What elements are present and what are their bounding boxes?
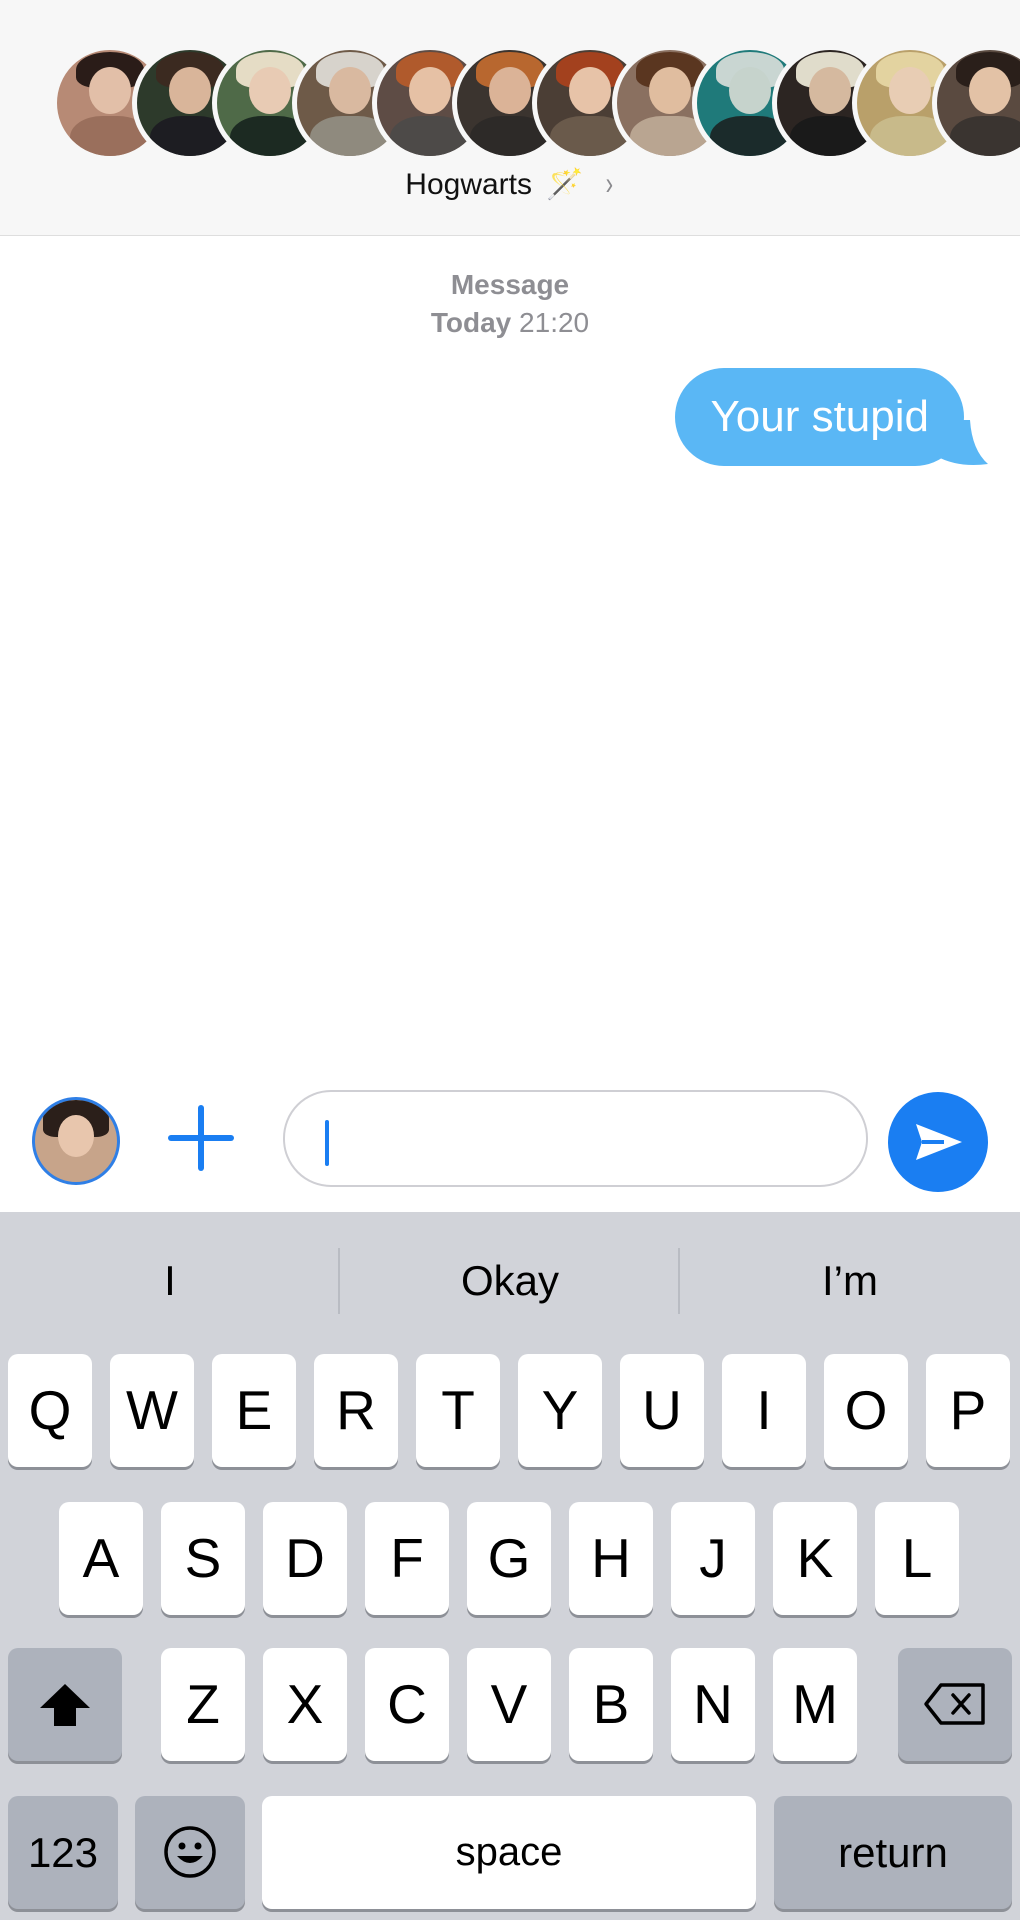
suggestion-2[interactable]: Okay <box>340 1242 680 1320</box>
group-name: Hogwarts <box>405 168 532 201</box>
numbers-key[interactable]: 123 <box>8 1796 118 1909</box>
key-l[interactable]: L <box>875 1502 959 1615</box>
key-t[interactable]: T <box>416 1354 500 1467</box>
send-button[interactable] <box>888 1092 988 1192</box>
suggestion-3[interactable]: I’m <box>680 1242 1020 1320</box>
add-attachment-button[interactable] <box>168 1105 234 1171</box>
key-v[interactable]: V <box>467 1648 551 1761</box>
key-g[interactable]: G <box>467 1502 551 1615</box>
key-s[interactable]: S <box>161 1502 245 1615</box>
suggestion-1[interactable]: I <box>0 1242 340 1320</box>
key-n[interactable]: N <box>671 1648 755 1761</box>
bubble-tail <box>930 420 988 465</box>
key-d[interactable]: D <box>263 1502 347 1615</box>
key-c[interactable]: C <box>365 1648 449 1761</box>
shift-icon <box>40 1684 90 1726</box>
key-p[interactable]: P <box>926 1354 1010 1467</box>
wand-emoji: 🪄 <box>546 168 584 201</box>
key-q[interactable]: Q <box>8 1354 92 1467</box>
meta-time: 21:20 <box>519 307 590 338</box>
conversation-header: Hogwarts 🪄 › <box>0 0 1020 236</box>
key-x[interactable]: X <box>263 1648 347 1761</box>
group-title-button[interactable]: Hogwarts 🪄 › <box>0 165 1020 202</box>
meta-label: Message <box>450 269 570 300</box>
group-members-avatars[interactable] <box>52 45 1020 161</box>
space-key[interactable]: space <box>262 1796 756 1909</box>
meta-day: Today <box>430 307 512 338</box>
emoji-key[interactable] <box>135 1796 245 1909</box>
message-composer <box>0 1080 1020 1210</box>
message-text: Your stupid <box>710 392 929 441</box>
key-w[interactable]: W <box>110 1354 194 1467</box>
key-j[interactable]: J <box>671 1502 755 1615</box>
key-z[interactable]: Z <box>161 1648 245 1761</box>
shift-key[interactable] <box>8 1648 122 1761</box>
key-f[interactable]: F <box>365 1502 449 1615</box>
backspace-icon <box>924 1683 985 1725</box>
message-timestamp: Message Today 21:20 <box>0 266 1020 342</box>
key-u[interactable]: U <box>620 1354 704 1467</box>
key-a[interactable]: A <box>59 1502 143 1615</box>
key-r[interactable]: R <box>314 1354 398 1467</box>
backspace-key[interactable] <box>898 1648 1012 1761</box>
emoji-icon <box>164 1826 216 1878</box>
key-i[interactable]: I <box>722 1354 806 1467</box>
key-h[interactable]: H <box>569 1502 653 1615</box>
outgoing-message-bubble[interactable]: Your stupid <box>675 368 964 466</box>
send-icon <box>916 1124 962 1160</box>
key-m[interactable]: M <box>773 1648 857 1761</box>
chevron-right-icon: › <box>605 165 614 201</box>
predictive-bar: I Okay I’m <box>0 1242 1020 1320</box>
text-cursor <box>325 1120 329 1166</box>
key-b[interactable]: B <box>569 1648 653 1761</box>
return-key[interactable]: return <box>774 1796 1012 1909</box>
key-e[interactable]: E <box>212 1354 296 1467</box>
key-y[interactable]: Y <box>518 1354 602 1467</box>
message-input[interactable] <box>283 1090 868 1187</box>
my-avatar[interactable] <box>32 1097 120 1185</box>
key-k[interactable]: K <box>773 1502 857 1615</box>
key-o[interactable]: O <box>824 1354 908 1467</box>
keyboard: I Okay I’m 123 space return Q W E R T Y … <box>0 1212 1020 1920</box>
